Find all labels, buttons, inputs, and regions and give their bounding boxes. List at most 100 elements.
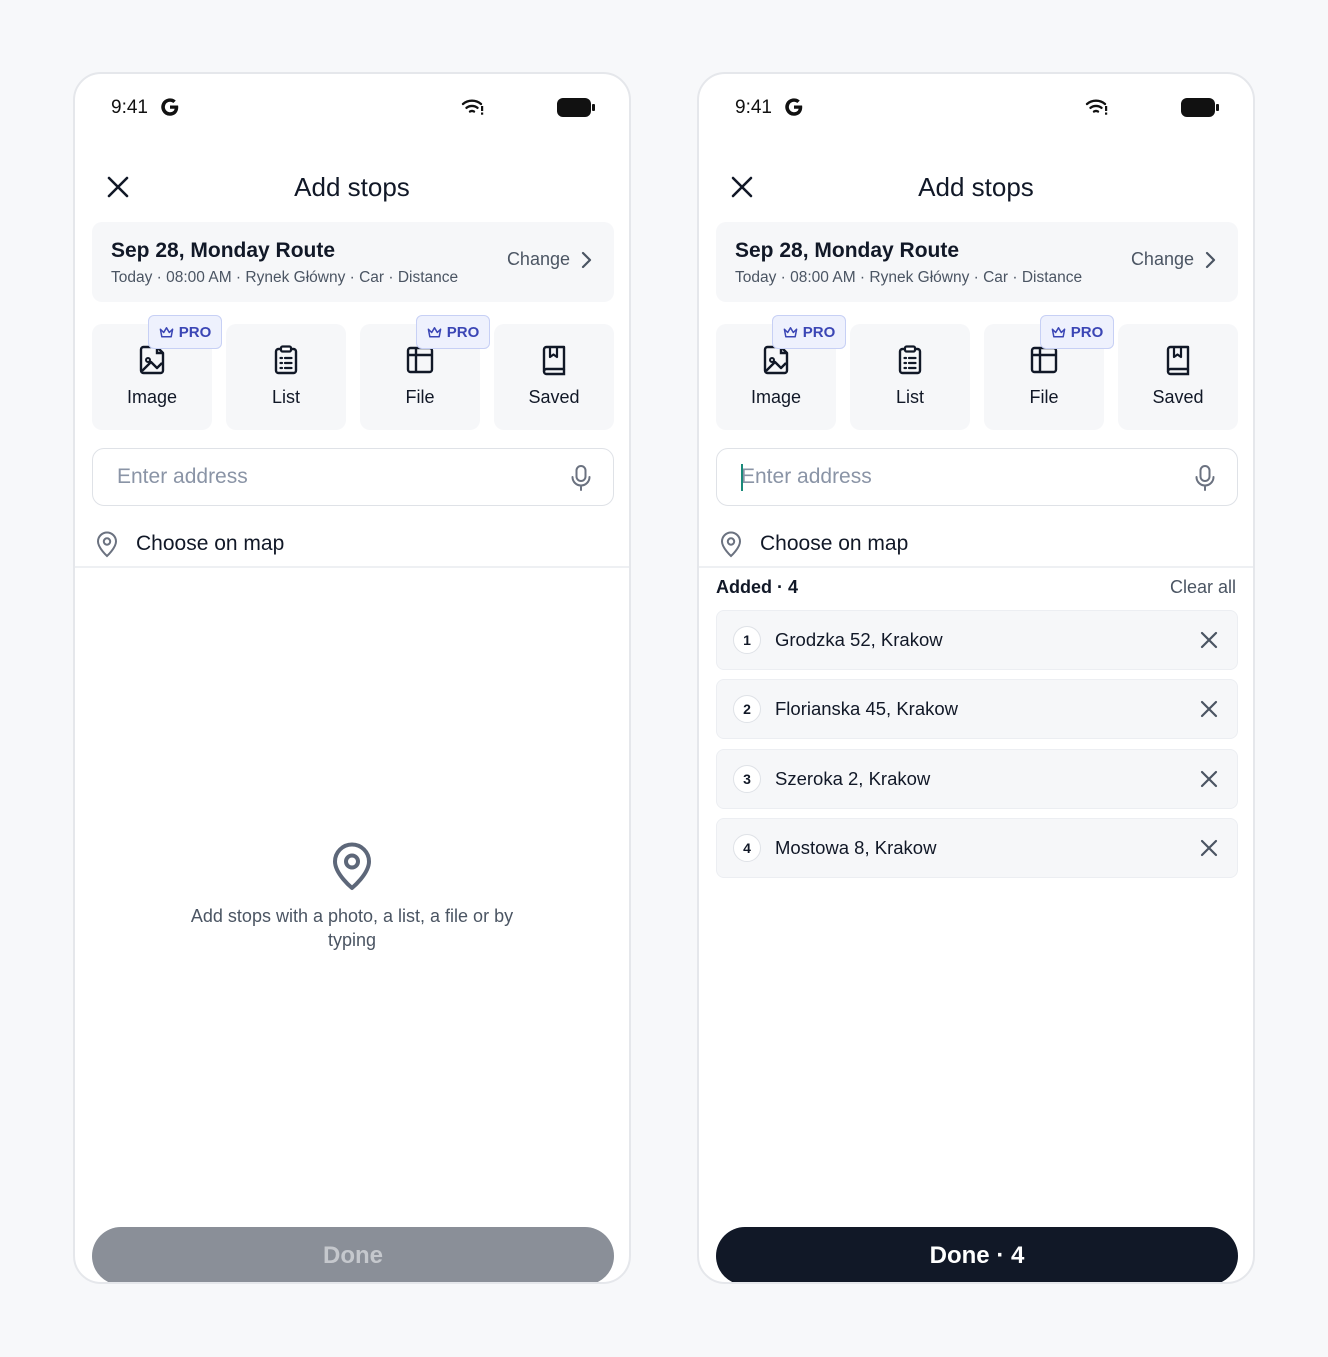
- remove-stop-icon[interactable]: [1197, 767, 1221, 791]
- added-count-label: Added · 4: [716, 577, 799, 597]
- source-label: Image: [126, 387, 178, 407]
- route-card[interactable]: Sep 28, Monday Route Today · 08:00 AM · …: [716, 222, 1238, 302]
- source-image[interactable]: Image PRO: [716, 315, 846, 430]
- chevron-right-icon: [1205, 251, 1216, 268]
- remove-stop-icon[interactable]: [1197, 628, 1221, 652]
- stop-address: Grodzka 52, Krakow: [775, 629, 943, 650]
- crown-icon: [159, 326, 174, 337]
- change-label: Change: [1130, 249, 1194, 269]
- source-label: Saved: [1152, 387, 1204, 407]
- choose-on-map-label: Choose on map: [136, 532, 285, 555]
- stop-item[interactable]: 4 Mostowa 8, Krakow: [716, 818, 1238, 878]
- stop-address: Florianska 45, Krakow: [775, 698, 959, 719]
- change-route-button[interactable]: Change: [1131, 249, 1216, 270]
- source-file[interactable]: File PRO: [984, 315, 1114, 430]
- address-input[interactable]: [741, 461, 1161, 493]
- change-label: Change: [506, 249, 570, 269]
- canvas: 9:41 Add stops Sep 28, Monday Route Toda…: [0, 0, 1328, 1357]
- battery-icon: [557, 98, 595, 117]
- pro-label: PRO: [446, 323, 480, 341]
- choose-on-map[interactable]: Choose on map: [92, 526, 612, 562]
- crown-icon: [427, 326, 442, 337]
- clipboard-list-icon: [898, 345, 922, 375]
- added-header: Added · 4 Clear all: [716, 577, 1236, 603]
- stop-item[interactable]: 2 Florianska 45, Krakow: [716, 679, 1238, 739]
- header: Add stops: [699, 162, 1253, 212]
- map-pin-icon: [333, 842, 371, 890]
- google-g-icon: [785, 98, 803, 116]
- stop-address: Szeroka 2, Krakow: [775, 768, 931, 789]
- empty-state: Add stops with a photo, a list, a file o…: [75, 842, 629, 952]
- crown-icon: [1051, 326, 1066, 337]
- empty-state-text: Add stops with a photo, a list, a file o…: [190, 906, 514, 950]
- header: Add stops: [75, 162, 629, 212]
- pro-label: PRO: [178, 323, 212, 341]
- crown-icon: [783, 326, 798, 337]
- pro-badge: PRO: [148, 315, 222, 349]
- wifi-icon: [1085, 99, 1108, 115]
- source-label: Saved: [528, 387, 580, 407]
- stop-number: 3: [733, 765, 761, 793]
- source-label: List: [271, 387, 300, 407]
- status-time: 9:41: [111, 97, 148, 118]
- change-route-button[interactable]: Change: [507, 249, 592, 270]
- clipboard-list-icon: [274, 345, 298, 375]
- phone-screen-empty: 9:41 Add stops Sep 28, Monday Route Toda…: [73, 72, 631, 1284]
- phone-screen-added: 9:41 Add stops Sep 28, Monday Route Toda…: [697, 72, 1255, 1284]
- source-label: List: [895, 387, 924, 407]
- done-button[interactable]: Done · 4: [716, 1227, 1238, 1282]
- battery-icon: [1181, 98, 1219, 117]
- source-saved[interactable]: Saved: [494, 324, 614, 430]
- bookmark-book-icon: [542, 345, 566, 376]
- choose-on-map[interactable]: Choose on map: [716, 526, 1236, 562]
- divider: [699, 566, 1253, 568]
- source-options: Image PRO List File PRO Saved: [716, 315, 1238, 430]
- stop-item[interactable]: 3 Szeroka 2, Krakow: [716, 749, 1238, 809]
- stop-item[interactable]: 1 Grodzka 52, Krakow: [716, 610, 1238, 670]
- stop-number: 4: [733, 834, 761, 862]
- page-title: Add stops: [294, 172, 410, 202]
- stop-number: 1: [733, 626, 761, 654]
- pro-label: PRO: [1070, 323, 1104, 341]
- address-input[interactable]: [117, 461, 537, 493]
- stop-number: 2: [733, 695, 761, 723]
- chevron-right-icon: [581, 251, 592, 268]
- source-list[interactable]: List: [850, 324, 970, 430]
- map-pin-icon: [96, 531, 118, 558]
- address-field[interactable]: [716, 448, 1238, 506]
- stop-address: Mostowa 8, Krakow: [775, 837, 937, 858]
- wifi-icon: [461, 99, 484, 115]
- source-label: Image: [750, 387, 802, 407]
- done-button[interactable]: Done: [92, 1227, 614, 1282]
- google-g-icon: [161, 98, 179, 116]
- source-label: File: [405, 387, 435, 407]
- source-saved[interactable]: Saved: [1118, 324, 1238, 430]
- source-image[interactable]: Image PRO: [92, 315, 222, 430]
- source-list[interactable]: List: [226, 324, 346, 430]
- source-file[interactable]: File PRO: [360, 315, 490, 430]
- clear-all-button[interactable]: Clear all: [1170, 577, 1236, 598]
- pro-badge: PRO: [1040, 315, 1114, 349]
- remove-stop-icon[interactable]: [1197, 697, 1221, 721]
- divider: [75, 566, 629, 568]
- pro-label: PRO: [802, 323, 836, 341]
- map-pin-icon: [720, 531, 742, 558]
- bookmark-book-icon: [1166, 345, 1190, 376]
- pro-badge: PRO: [772, 315, 846, 349]
- pro-badge: PRO: [416, 315, 490, 349]
- text-cursor: [741, 464, 743, 491]
- address-field[interactable]: [92, 448, 614, 506]
- source-label: File: [1029, 387, 1059, 407]
- route-card[interactable]: Sep 28, Monday Route Today · 08:00 AM · …: [92, 222, 614, 302]
- microphone-icon[interactable]: [1193, 464, 1217, 492]
- status-bar: 9:41: [699, 74, 1253, 140]
- route-title: Sep 28, Monday Route: [735, 239, 960, 262]
- status-time: 9:41: [735, 97, 772, 118]
- route-title: Sep 28, Monday Route: [111, 239, 336, 262]
- route-subtitle: Today · 08:00 AM · Rynek Główny · Car · …: [735, 269, 1083, 286]
- status-bar: 9:41: [75, 74, 629, 140]
- route-subtitle: Today · 08:00 AM · Rynek Główny · Car · …: [111, 269, 459, 286]
- choose-on-map-label: Choose on map: [760, 532, 909, 555]
- remove-stop-icon[interactable]: [1197, 836, 1221, 860]
- microphone-icon[interactable]: [569, 464, 593, 492]
